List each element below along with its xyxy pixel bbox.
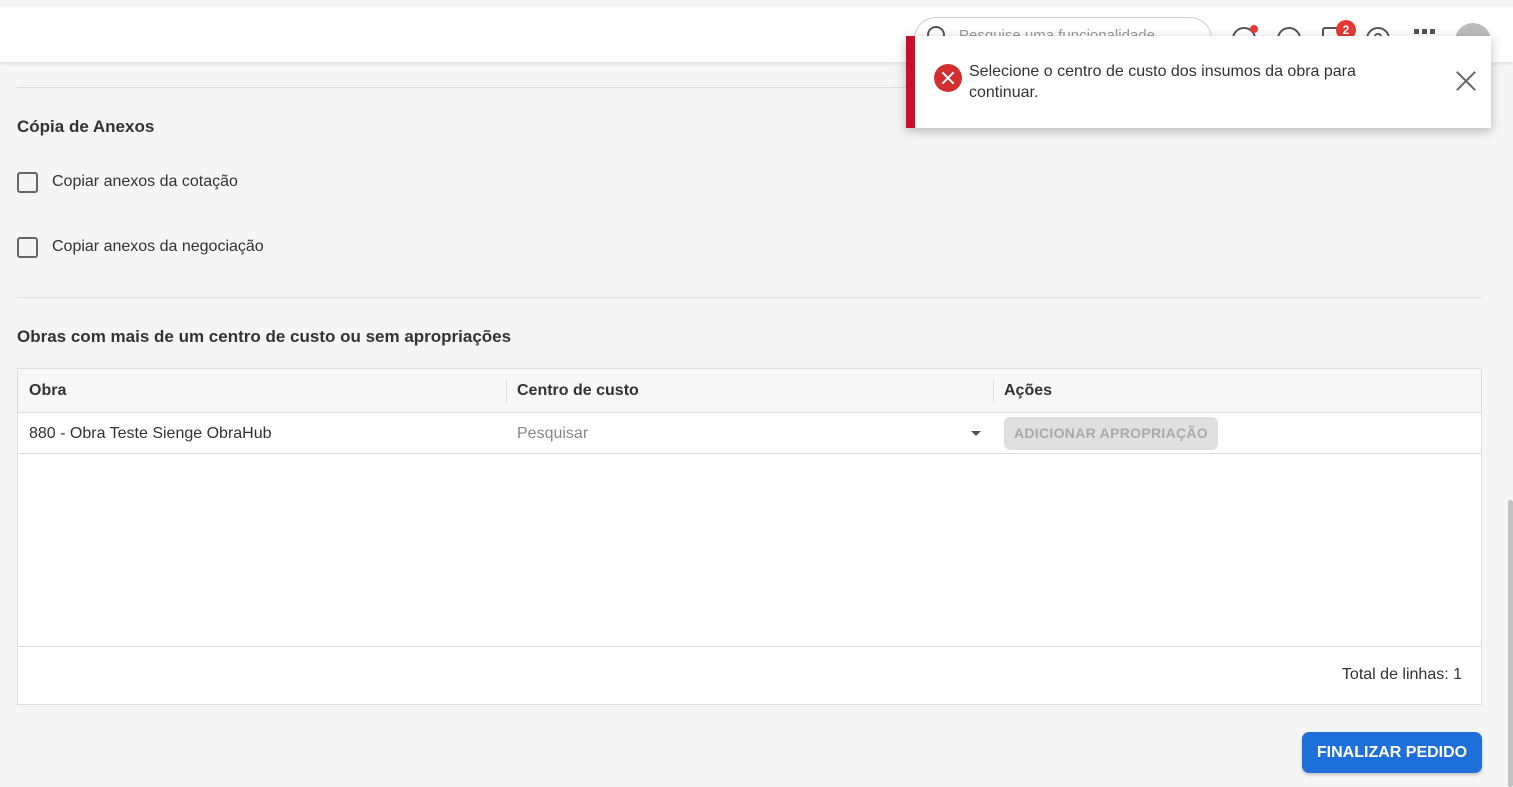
- toast-message: Selecione o centro de custo dos insumos …: [969, 63, 1356, 101]
- anexos-section-title: Cópia de Anexos: [17, 117, 155, 136]
- adicionar-apropriacao-button[interactable]: ADICIONAR APROPRIAÇÃO: [1004, 417, 1218, 450]
- column-header-acoes: Ações: [1004, 382, 1053, 399]
- checkbox-label: Copiar anexos da cotação: [52, 173, 238, 190]
- copiar-cotacao-checkbox[interactable]: Copiar anexos da cotação: [17, 170, 238, 194]
- copiar-negociacao-checkbox[interactable]: Copiar anexos da negociação: [17, 235, 264, 259]
- total-lines: Total de linhas: 1: [1341, 666, 1462, 683]
- error-toast: Selecione o centro de custo dos insumos …: [906, 36, 1491, 128]
- finalizar-pedido-button[interactable]: FINALIZAR PEDIDO: [1302, 732, 1482, 773]
- notification-dot: [1250, 25, 1258, 33]
- centro-de-custo-select[interactable]: Pesquisar: [517, 413, 981, 454]
- section-divider: [17, 297, 1482, 298]
- checkbox-label: Copiar anexos da negociação: [52, 238, 264, 255]
- column-header-centro-de-custo[interactable]: Centro de custo: [506, 369, 639, 413]
- obras-table: Obra Centro de custo Ações 880 - Obra Te…: [17, 368, 1482, 705]
- error-icon: [934, 64, 962, 92]
- scrollbar[interactable]: [1508, 500, 1513, 787]
- table-header: Obra Centro de custo Ações: [18, 369, 1481, 413]
- obra-cell: 880 - Obra Teste Sienge ObraHub: [29, 425, 272, 442]
- checkbox-box[interactable]: [17, 171, 38, 193]
- column-header-obra[interactable]: Obra: [18, 369, 66, 413]
- centro-de-custo-placeholder: Pesquisar: [517, 425, 589, 442]
- table-row: 880 - Obra Teste Sienge ObraHub Pesquisa…: [18, 413, 1481, 454]
- close-icon[interactable]: [1455, 70, 1477, 92]
- chevron-down-icon[interactable]: [971, 431, 981, 436]
- obras-section-title: Obras com mais de um centro de custo ou …: [17, 327, 512, 346]
- checkbox-box[interactable]: [17, 236, 38, 258]
- table-footer: Total de linhas: 1: [18, 646, 1481, 704]
